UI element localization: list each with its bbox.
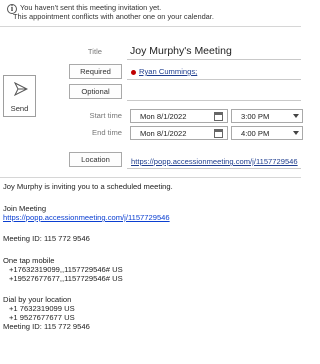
message-body[interactable]: Joy Murphy is inviting you to a schedule… — [0, 177, 301, 364]
title-underline — [127, 59, 301, 60]
meeting-form: Send Title Joy Murphy's Meeting Required… — [0, 28, 303, 176]
dial-number: +1 7632319099 US — [9, 304, 75, 313]
optional-input[interactable] — [127, 100, 301, 101]
end-date-value: Mon 8/1/2022 — [140, 129, 187, 138]
start-time-label: Start time — [89, 111, 123, 120]
calendar-icon[interactable] — [214, 129, 223, 138]
start-date-value: Mon 8/1/2022 — [140, 112, 187, 121]
required-underline — [127, 79, 301, 80]
send-button[interactable]: Send — [3, 75, 36, 117]
one-tap-number: +17632319099,,1157729546# US — [9, 265, 123, 274]
start-time-dropdown[interactable]: 3:00 PM — [231, 109, 303, 123]
info-message-unsent: You haven't sent this meeting invitation… — [20, 3, 162, 12]
required-attendee[interactable]: Ryan Cummings; — [139, 67, 197, 76]
send-label: Send — [10, 104, 29, 113]
start-time-value: 3:00 PM — [241, 112, 270, 121]
info-message-conflict: This appointment conflicts with another … — [13, 12, 214, 21]
location-button[interactable]: Location — [69, 152, 122, 167]
dial-number: +1 9527677677 US — [9, 313, 75, 322]
required-button[interactable]: Required — [69, 64, 122, 79]
optional-button[interactable]: Optional — [69, 84, 122, 99]
attendee-status-dot — [131, 70, 136, 75]
meeting-id-line: Meeting ID: 115 772 9546 — [3, 234, 90, 243]
end-time-label: End time — [92, 128, 122, 137]
meeting-id-line: Meeting ID: 115 772 9546 — [3, 322, 90, 331]
calendar-icon[interactable] — [214, 112, 223, 121]
start-date-field[interactable]: Mon 8/1/2022 — [130, 109, 228, 123]
end-date-field[interactable]: Mon 8/1/2022 — [130, 126, 228, 140]
end-time-dropdown[interactable]: 4:00 PM — [231, 126, 303, 140]
info-bar: i You haven't sent this meeting invitati… — [0, 0, 301, 27]
title-input[interactable]: Joy Murphy's Meeting — [130, 45, 232, 57]
body-intro: Joy Murphy is inviting you to a schedule… — [3, 182, 173, 191]
one-tap-heading: One tap mobile — [3, 256, 55, 265]
chevron-down-icon[interactable] — [293, 131, 299, 135]
location-input[interactable]: https://popp.accessionmeeting.com/j/1157… — [131, 157, 301, 166]
location-underline — [127, 168, 301, 169]
join-link[interactable]: https://popp.accessionmeeting.com/j/1157… — [3, 213, 170, 222]
chevron-down-icon[interactable] — [293, 114, 299, 118]
end-time-value: 4:00 PM — [241, 129, 270, 138]
dial-heading: Dial by your location — [3, 295, 72, 304]
one-tap-number: +19527677677,,1157729546# US — [9, 274, 123, 283]
title-label: Title — [87, 47, 102, 56]
join-heading: Join Meeting — [3, 204, 47, 213]
send-icon — [14, 82, 28, 96]
